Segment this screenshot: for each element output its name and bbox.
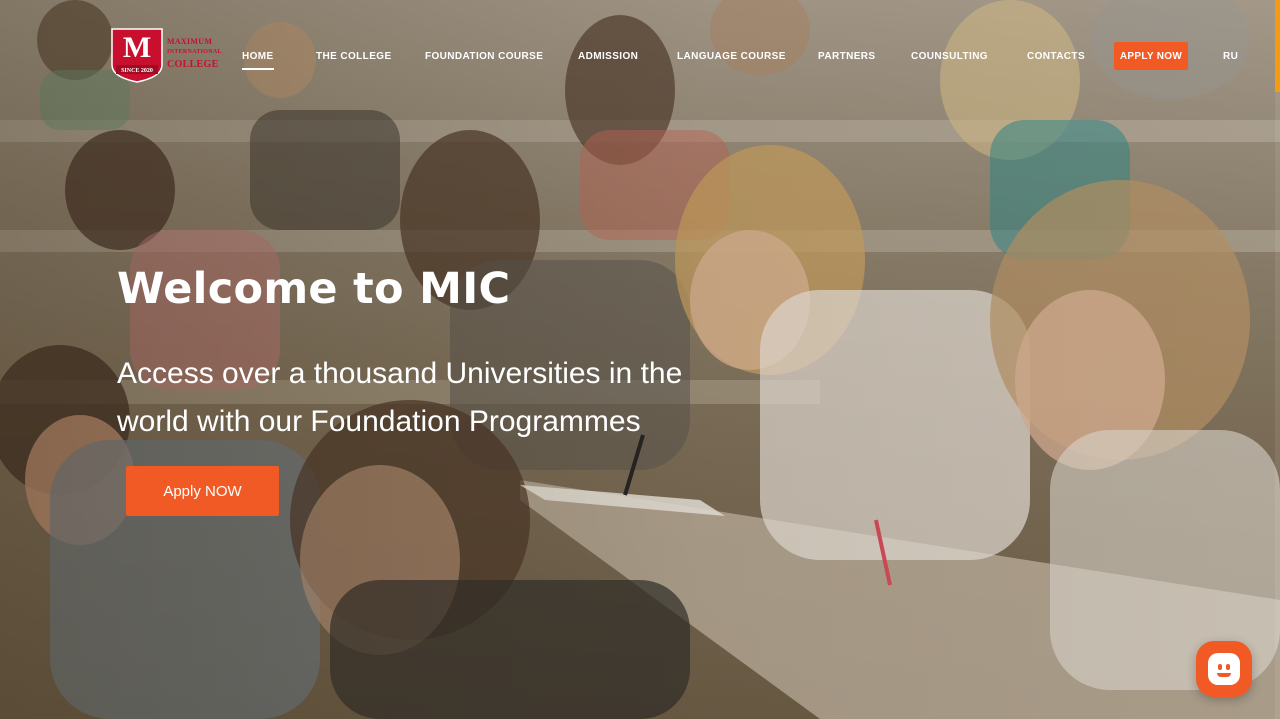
nav-language-course[interactable]: LANGUAGE COURSE [677, 51, 786, 62]
chat-widget-button[interactable] [1196, 641, 1252, 697]
logo-line-international: INTERNATIONAL [167, 49, 222, 55]
apply-now-header-button[interactable]: APPLY NOW [1114, 42, 1188, 70]
nav-foundation-course[interactable]: FOUNDATION COURSE [425, 51, 543, 62]
nav-contacts[interactable]: CONTACTS [1027, 51, 1085, 62]
hero-title: Welcome to MIC [117, 264, 511, 314]
nav-partners[interactable]: PARTNERS [818, 51, 875, 62]
chat-bubble-icon [1208, 653, 1240, 685]
nav-the-college[interactable]: THE COLLEGE [316, 51, 392, 62]
scroll-track[interactable] [1275, 0, 1280, 719]
nav-home[interactable]: HOME [242, 51, 274, 70]
hero-subtitle: Access over a thousand Universities in t… [117, 357, 683, 438]
chat-eye-right [1226, 664, 1230, 670]
logo-line-college: COLLEGE [167, 59, 219, 70]
nav-admission[interactable]: ADMISSION [578, 51, 638, 62]
site-header: M SINCE 2020 MAXIMUM INTERNATIONAL COLLE… [0, 0, 1280, 96]
logo-since: SINCE 2020 [121, 68, 153, 74]
logo-badge-letter: M [122, 31, 152, 64]
scroll-progress-thumb[interactable] [1275, 0, 1280, 92]
logo-line-maximum: MAXIMUM [167, 37, 213, 46]
site-logo[interactable]: M SINCE 2020 MAXIMUM INTERNATIONAL COLLE… [110, 27, 222, 83]
nav-counsulting[interactable]: COUNSULTING [911, 51, 988, 62]
chat-smile [1217, 673, 1231, 677]
apply-now-hero-button[interactable]: Apply NOW [126, 466, 279, 516]
language-switch-ru[interactable]: RU [1223, 51, 1238, 62]
chat-eye-left [1218, 664, 1222, 670]
